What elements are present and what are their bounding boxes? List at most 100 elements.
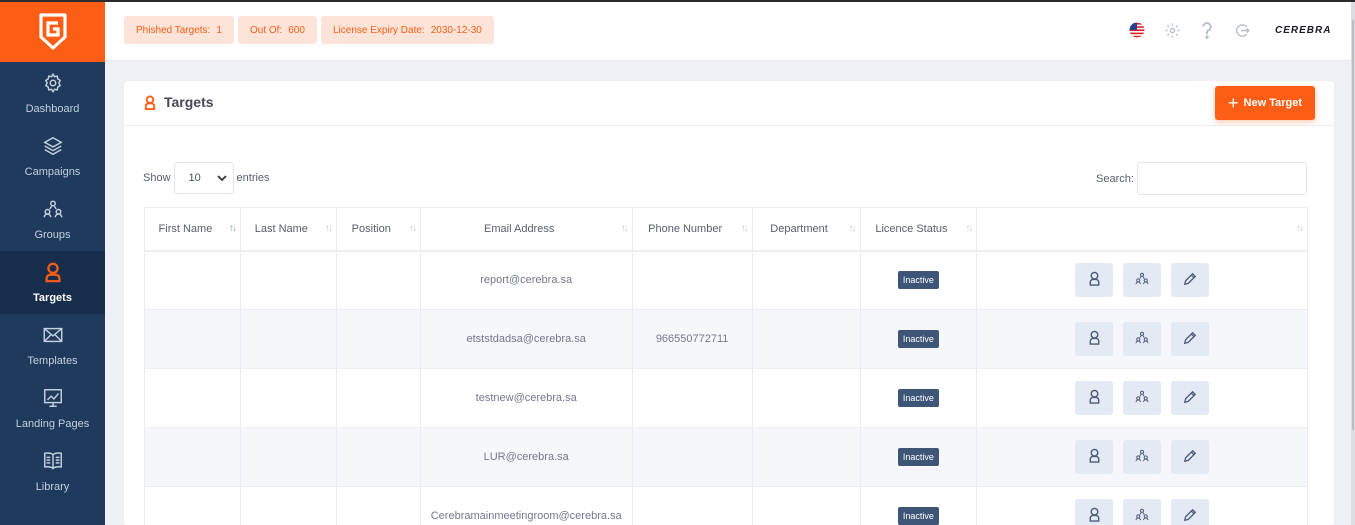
view-target-button[interactable] [1075,322,1114,356]
column-header-label: Position [351,222,391,235]
cell-email: testnew@cerebra.sa [419,368,633,428]
view-target-button[interactable] [1075,440,1114,474]
us-flag-icon[interactable] [1128,21,1146,39]
sidebar-item-label: Landing Pages [15,418,90,430]
cell-last-name [239,250,337,310]
edit-target-button[interactable] [1171,499,1210,525]
row-actions [977,381,1307,415]
sort-arrows-icon: ↑↓ [620,223,629,234]
book-icon [42,450,64,481]
column-header-label: Email Address [484,222,555,235]
targets-table: First Name ↑↓ Last Name ↑↓ Position ↑↓ Email A… [144,207,1308,525]
chevron-down-icon [216,175,227,182]
cell-last-name [239,427,337,487]
target-groups-button[interactable] [1123,381,1162,415]
badge-value: 2030-12-30 [430,24,482,36]
column-header[interactable]: First Name ↑↓ [144,207,241,252]
cell-first-name [144,250,241,310]
page-title: Targets [144,94,214,110]
cell-email: report@cerebra.sa [419,250,633,310]
entries-value: 10 [188,172,201,184]
sidebar-item-dashboard[interactable]: Dashboard [0,62,105,125]
row-actions [977,499,1307,525]
sidebar-item-label: Groups [34,229,71,241]
gear-icon [42,72,64,103]
cell-licence-status: Inactive [859,309,978,369]
cell-licence-status: Inactive [859,486,978,525]
group-icon [1134,507,1150,525]
cell-last-name [239,309,337,369]
column-header[interactable]: Phone Number ↑↓ [631,207,753,252]
view-target-button[interactable] [1075,263,1114,298]
cell-position [335,309,421,369]
cell-phone [631,427,753,487]
search-input[interactable] [1136,162,1307,195]
cell-position [335,368,421,428]
brand-logo[interactable] [0,2,105,62]
scrollbar[interactable] [1351,2,1355,525]
help-icon[interactable] [1198,21,1216,39]
cell-actions [976,250,1308,310]
cell-phone: 966550772711 [631,309,753,369]
column-header[interactable]: Licence Status ↑↓ [859,207,978,252]
cell-email: etststdadsa@cerebra.sa [419,309,633,369]
cell-last-name [239,368,337,428]
new-target-button[interactable]: + New Target [1215,86,1315,120]
card-header: Targets + New Target [124,81,1334,126]
column-header[interactable]: Last Name ↑↓ [239,207,337,252]
edit-target-button[interactable] [1171,381,1210,415]
cell-first-name [144,486,241,525]
column-header[interactable]: Department ↑↓ [751,207,861,252]
cell-department [751,368,861,428]
target-groups-button[interactable] [1123,322,1162,356]
plus-icon: + [1228,93,1239,113]
sort-arrows-icon: ↑↓ [324,223,333,234]
cell-position [335,427,421,487]
entries-label: entries [236,172,270,184]
table-row: testnew@cerebra.sa Inactive [144,368,1308,428]
cell-department [751,309,861,369]
gear-icon[interactable] [1163,21,1181,39]
edit-target-button[interactable] [1171,440,1210,474]
sidebar: Dashboard Campaigns Groups Targets Templates… [0,2,105,525]
cell-licence-status: Inactive [859,250,978,310]
sidebar-item-library[interactable]: Library [0,440,105,503]
table-row: report@cerebra.sa Inactive [144,250,1308,310]
cell-phone [631,368,753,428]
edit-target-button[interactable] [1171,263,1210,298]
sidebar-item-label: Dashboard [25,103,80,115]
sidebar-item-landing-pages[interactable]: Landing Pages [0,377,105,440]
sidebar-item-campaigns[interactable]: Campaigns [0,125,105,188]
cell-department [751,486,861,525]
pencil-icon [1183,508,1197,525]
sidebar-item-templates[interactable]: Templates [0,314,105,377]
edit-target-button[interactable] [1171,322,1210,356]
shield-g-logo-icon [38,13,67,50]
column-header[interactable]: Email Address ↑↓ [419,207,633,252]
target-groups-button[interactable] [1123,440,1162,474]
cell-licence-status: Inactive [859,368,978,428]
logout-icon[interactable] [1233,21,1251,39]
cell-first-name [144,368,241,428]
entries-select[interactable]: 10 [173,162,234,194]
sidebar-item-groups[interactable]: Groups [0,188,105,251]
target-groups-button[interactable] [1123,263,1162,298]
cell-phone [631,250,753,310]
cerebra-brand-text: CEREBRA [1275,25,1332,36]
row-actions [977,322,1307,356]
view-target-button[interactable] [1075,381,1114,415]
column-header[interactable]: ↑↓ [976,207,1308,252]
person-icon [1088,389,1101,407]
target-groups-button[interactable] [1123,499,1162,525]
page-title-text: Targets [164,94,214,110]
person-icon [1088,330,1101,348]
sort-arrows-icon: ↑↓ [965,223,973,234]
view-target-button[interactable] [1075,499,1114,525]
column-header[interactable]: Position ↑↓ [335,207,421,252]
top-header: Phished Targets: 1 Out Of: 600 License E… [105,2,1351,61]
status-badge: Inactive [897,507,939,525]
layers-icon [42,135,64,166]
sidebar-item-targets[interactable]: Targets [0,251,105,314]
sidebar-item-label: Targets [33,292,72,304]
targets-card: Targets + New Target Show 10 entries Sea… [124,81,1334,525]
